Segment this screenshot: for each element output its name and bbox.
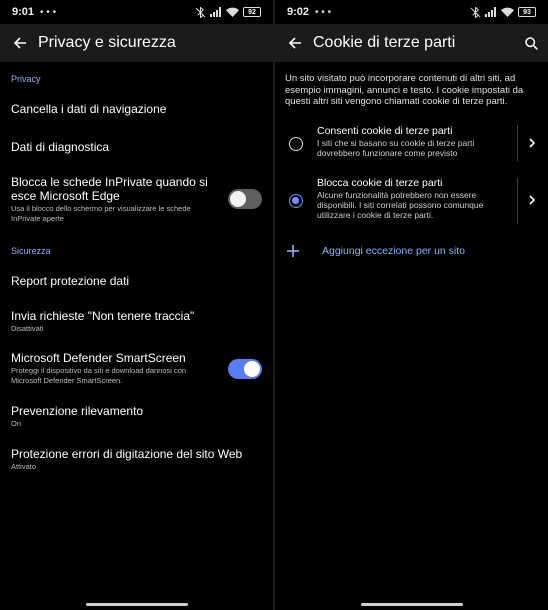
lock-inprivate-tabs-item[interactable]: Blocca le schede InPrivate quando si esc… [11,175,218,224]
gesture-nav-bar[interactable] [275,600,548,608]
status-bar: 9:02 • • • 93 [275,0,548,24]
item-title: Invia richieste "Non tenere traccia" [11,309,195,323]
tracking-prevention-item[interactable]: Prevenzione rilevamento On [11,404,263,429]
arrow-back-icon [288,37,301,49]
data-protection-report-item[interactable]: Report protezione dati [11,274,263,288]
option-title: Blocca cookie di terze parti [317,177,443,189]
do-not-track-item[interactable]: Invia richieste "Non tenere traccia" Dis… [11,309,263,334]
battery-icon: 92 [243,7,261,17]
plus-icon [287,245,299,257]
wifi-icon [501,7,514,17]
item-title: Blocca le schede InPrivate quando si esc… [11,175,208,203]
bluetooth-off-icon [470,6,481,18]
signal-icon [210,7,221,17]
allow-cookies-details-button[interactable] [524,135,540,151]
lock-inprivate-tabs-toggle[interactable] [228,189,262,209]
status-bar: 9:01 • • • 92 [0,0,273,24]
search-icon [524,36,538,50]
option-separator [517,125,518,161]
option-subtitle: I siti che si basano su cookie di terze … [317,138,475,158]
app-bar: Privacy e sicurezza [0,24,273,62]
diagnostic-data-item[interactable]: Dati di diagnostica [11,140,263,154]
block-cookies-details-button[interactable] [524,192,540,208]
add-exception-label: Aggiungi eccezione per un sito [322,245,466,257]
typo-protection-item[interactable]: Protezione errori di digitazione del sit… [11,447,263,472]
section-header-privacy: Privacy [11,74,41,84]
arrow-back-icon [13,37,26,49]
cookies-description: Un sito visitato può incorporare contenu… [285,73,524,107]
status-time: 9:02 [287,6,310,18]
block-third-party-cookies-option[interactable]: Blocca cookie di terze parti Alcune funz… [275,174,548,230]
option-title: Consenti cookie di terze parti [317,125,453,137]
item-subtitle: Proteggi il dispositivo da siti e downlo… [11,366,187,385]
status-notification-dots: • • • [40,6,57,18]
option-subtitle: Alcune funzionalità potrebbero non esser… [317,190,484,220]
status-notification-dots: • • • [315,6,332,18]
page-title: Cookie di terze parti [313,34,456,51]
item-title: Dati di diagnostica [11,140,110,154]
toggle-knob [230,191,246,207]
back-button[interactable] [275,24,315,62]
status-icons: 93 [470,6,536,18]
item-title: Cancella i dati di navigazione [11,102,167,116]
section-header-security: Sicurezza [11,246,51,256]
item-subtitle: On [11,419,22,428]
signal-icon [485,7,496,17]
bluetooth-off-icon [195,6,206,18]
privacy-security-screen: 9:01 • • • 92 Privacy e sicurezza Privac… [0,0,273,610]
option-text: Blocca cookie di terze parti Alcune funz… [317,177,512,220]
item-subtitle: Usa il blocco dello schermo per visualiz… [11,204,191,223]
block-cookies-radio[interactable] [289,194,303,208]
status-time: 9:01 [12,6,35,18]
battery-icon: 93 [518,7,536,17]
allow-cookies-radio[interactable] [289,137,303,151]
smartscreen-item[interactable]: Microsoft Defender SmartScreen Proteggi … [11,351,218,386]
back-button[interactable] [0,24,40,62]
item-title: Report protezione dati [11,274,130,288]
option-text: Consenti cookie di terze parti I siti ch… [317,125,512,158]
chevron-right-icon [529,138,536,148]
option-separator [517,178,518,224]
home-indicator [85,602,188,606]
third-party-cookies-screen: 9:02 • • • 93 Cookie di terze parti Un s… [275,0,548,610]
wifi-icon [226,7,239,17]
chevron-right-icon [529,195,536,205]
gesture-nav-bar[interactable] [0,600,273,608]
page-title: Privacy e sicurezza [38,34,176,51]
allow-third-party-cookies-option[interactable]: Consenti cookie di terze parti I siti ch… [275,121,548,169]
item-subtitle: Disattivati [11,324,44,333]
item-title: Prevenzione rilevamento [11,404,144,418]
smartscreen-toggle[interactable] [228,359,262,379]
search-button[interactable] [514,24,548,62]
item-title: Microsoft Defender SmartScreen [11,351,186,365]
add-site-exception-button[interactable]: Aggiungi eccezione per un sito [275,240,548,268]
status-icons: 92 [195,6,261,18]
item-subtitle: Attivato [11,462,37,471]
toggle-knob [244,361,260,377]
home-indicator [360,602,463,606]
item-title: Protezione errori di digitazione del sit… [11,447,243,461]
app-bar: Cookie di terze parti [275,24,548,62]
clear-browsing-data-item[interactable]: Cancella i dati di navigazione [11,102,263,116]
